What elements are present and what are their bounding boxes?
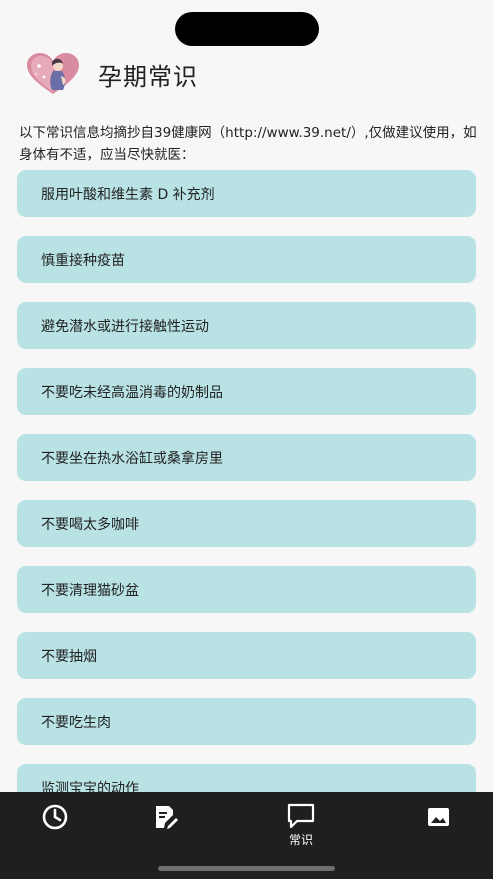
page-header: 孕期常识 bbox=[25, 52, 198, 96]
intro-text: 以下常识信息均摘抄自39健康网（http://www.39.net/）,仅做建议… bbox=[19, 125, 477, 163]
tip-label: 不要坐在热水浴缸或桑拿房里 bbox=[41, 450, 223, 467]
tip-card[interactable]: 避免潜水或进行接触性运动 bbox=[17, 302, 476, 349]
tip-label: 不要喝太多咖啡 bbox=[41, 516, 139, 533]
clock-icon bbox=[42, 804, 68, 830]
nav-item-history[interactable] bbox=[25, 802, 85, 852]
chat-bubble-icon bbox=[287, 803, 315, 829]
tip-card[interactable]: 不要清理猫砂盆 bbox=[17, 566, 476, 613]
nav-item-gallery[interactable] bbox=[408, 802, 468, 852]
tip-label: 不要吃生肉 bbox=[41, 714, 111, 731]
image-icon bbox=[428, 808, 449, 826]
tip-label: 不要抽烟 bbox=[41, 648, 97, 665]
nav-label-knowledge: 常识 bbox=[288, 833, 313, 847]
tip-card[interactable]: 不要喝太多咖啡 bbox=[17, 500, 476, 547]
tip-card[interactable]: 慎重接种疫苗 bbox=[17, 236, 476, 283]
edit-note-icon bbox=[156, 806, 178, 829]
tip-label: 避免潜水或进行接触性运动 bbox=[41, 318, 209, 335]
tip-card[interactable]: 不要坐在热水浴缸或桑拿房里 bbox=[17, 434, 476, 481]
nav-item-notes[interactable] bbox=[135, 802, 195, 852]
nav-item-knowledge[interactable]: 常识 bbox=[271, 802, 331, 852]
tip-card[interactable]: 不要抽烟 bbox=[17, 632, 476, 679]
tip-label: 不要清理猫砂盆 bbox=[41, 582, 139, 599]
tip-card[interactable]: 不要吃未经高温消毒的奶制品 bbox=[17, 368, 476, 415]
tip-label: 服用叶酸和维生素 D 补充剂 bbox=[41, 186, 215, 203]
pregnancy-heart-logo-icon bbox=[27, 53, 79, 94]
tip-card[interactable]: 服用叶酸和维生素 D 补充剂 bbox=[17, 170, 476, 217]
tip-label: 不要吃未经高温消毒的奶制品 bbox=[41, 384, 223, 401]
tip-card[interactable]: 不要吃生肉 bbox=[17, 698, 476, 745]
camera-notch bbox=[175, 12, 319, 46]
page-title: 孕期常识 bbox=[98, 62, 198, 91]
tip-label: 慎重接种疫苗 bbox=[41, 252, 125, 269]
tips-list: 服用叶酸和维生素 D 补充剂 慎重接种疫苗 避免潜水或进行接触性运动 不要吃未经… bbox=[17, 170, 476, 830]
home-indicator[interactable] bbox=[158, 866, 335, 871]
